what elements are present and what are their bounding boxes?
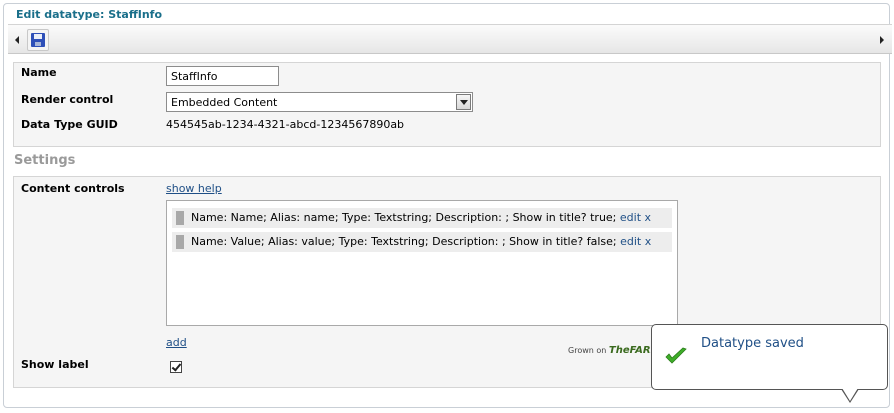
scroll-right-icon[interactable] <box>880 36 884 44</box>
toolbar <box>8 24 892 54</box>
notification-toast: Datatype saved <box>651 324 888 403</box>
show-help-link[interactable]: show help <box>166 182 222 195</box>
drag-handle-icon[interactable] <box>176 211 184 225</box>
guid-value: 454545ab-1234-4321-abcd-1234567890ab <box>166 118 405 131</box>
guid-label: Data Type GUID <box>21 118 118 131</box>
chevron-down-icon[interactable] <box>456 94 471 110</box>
list-item-text: Name: Value; Alias: value; Type: Textstr… <box>191 235 617 248</box>
remove-link[interactable]: x <box>645 235 652 248</box>
content-controls-list: Name: Name; Alias: name; Type: Textstrin… <box>166 200 678 326</box>
render-control-select[interactable]: Embedded Content <box>166 92 473 112</box>
list-item[interactable]: Name: Value; Alias: value; Type: Textstr… <box>172 232 672 252</box>
render-control-label: Render control <box>21 93 114 106</box>
show-label-checkbox[interactable] <box>170 361 182 373</box>
remove-link[interactable]: x <box>645 211 652 224</box>
list-item[interactable]: Name: Name; Alias: name; Type: Textstrin… <box>172 208 672 228</box>
scroll-left-icon[interactable] <box>15 36 19 44</box>
edit-link[interactable]: edit <box>620 211 641 224</box>
grown-on-text: Grown on <box>568 346 607 355</box>
name-label: Name <box>21 66 57 79</box>
settings-heading: Settings <box>14 153 76 168</box>
render-control-value: Embedded Content <box>171 96 278 109</box>
datatype-properties-section: Name StaffInfo Render control Embedded C… <box>13 62 881 147</box>
add-link[interactable]: add <box>166 336 187 349</box>
grown-on-credit: Grown on TheFARM <box>568 345 661 356</box>
list-item-text: Name: Name; Alias: name; Type: Textstrin… <box>191 211 617 224</box>
drag-handle-icon[interactable] <box>176 235 184 249</box>
edit-link[interactable]: edit <box>620 235 641 248</box>
notification-message: Datatype saved <box>701 336 804 351</box>
content-controls-label: Content controls <box>21 182 125 195</box>
checkmark-icon <box>665 347 687 364</box>
floppy-disk-icon <box>31 33 45 47</box>
save-button[interactable] <box>27 29 49 51</box>
show-label-label: Show label <box>21 358 89 371</box>
panel-title: Edit datatype: StaffInfo <box>16 8 162 21</box>
name-input[interactable]: StaffInfo <box>166 66 279 86</box>
